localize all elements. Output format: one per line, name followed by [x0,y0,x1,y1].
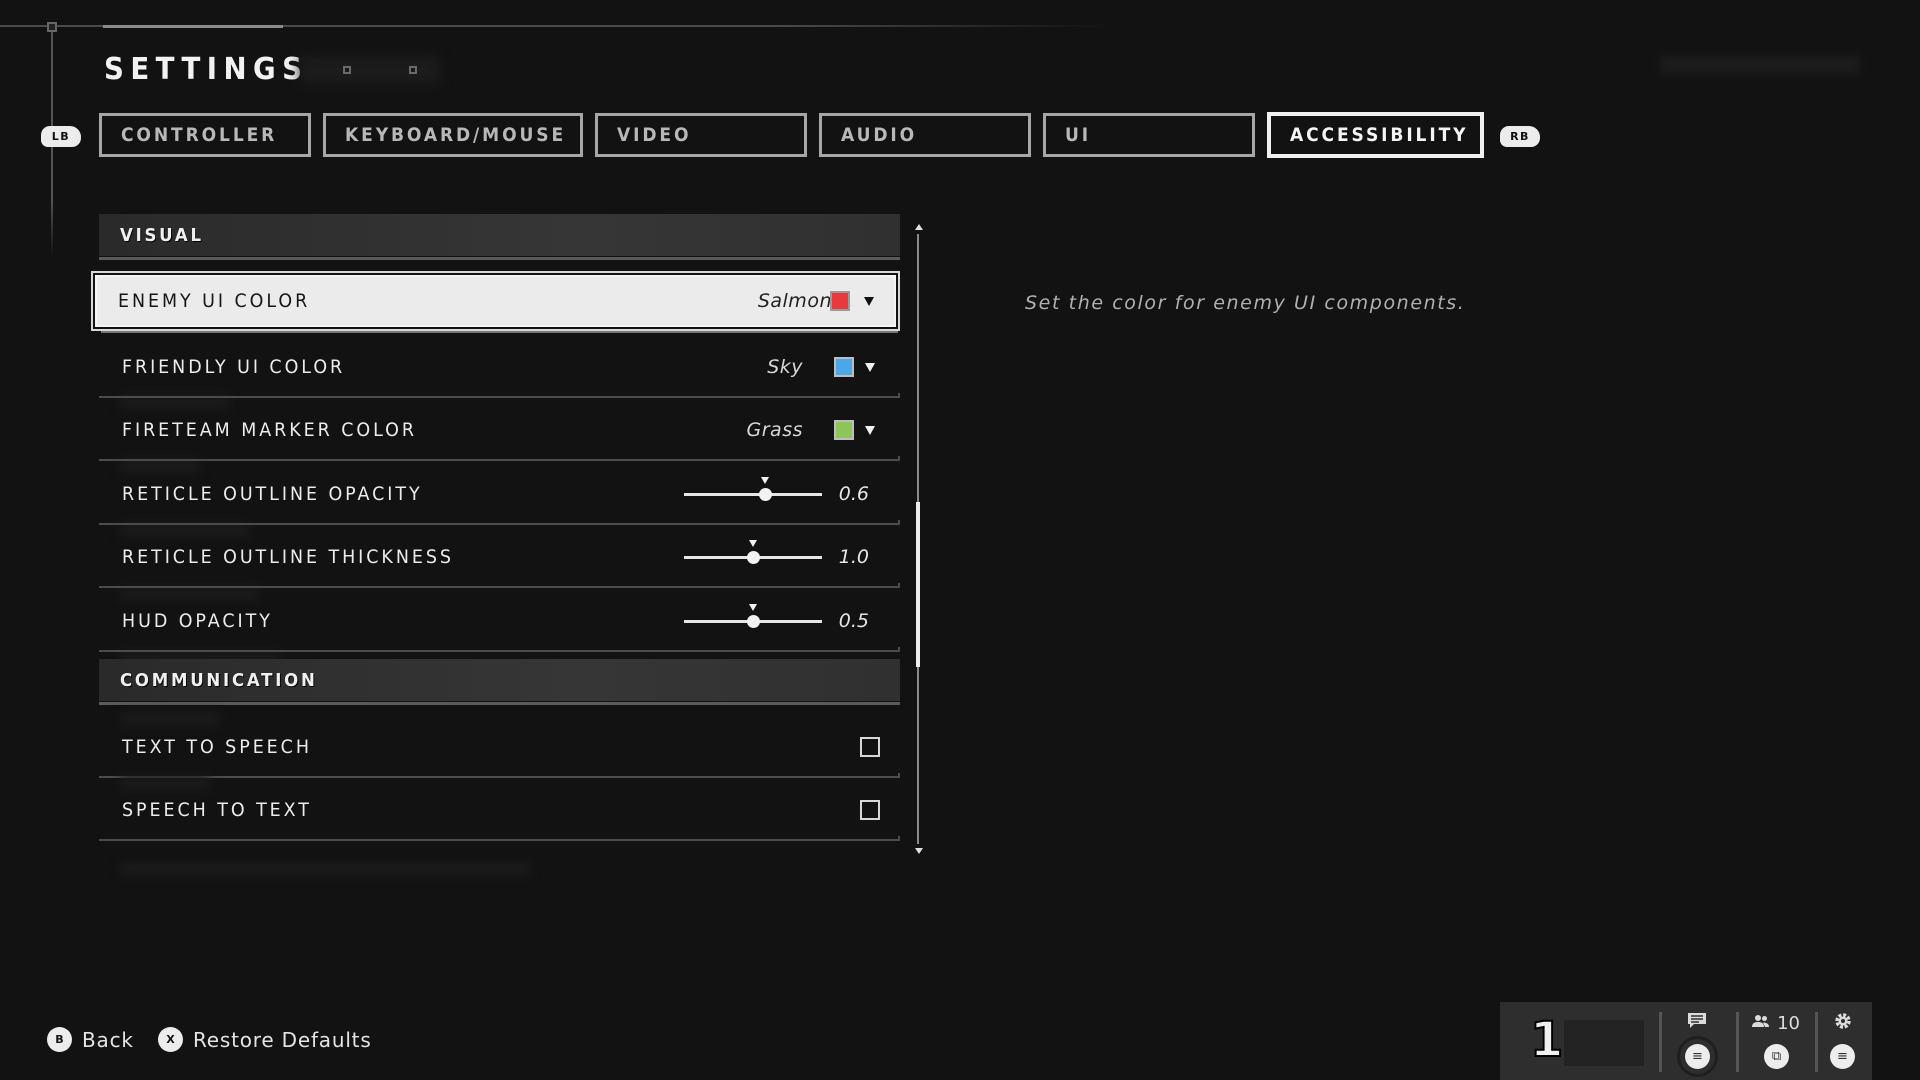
section-title: COMMUNICATION [120,669,318,691]
rb-bumper-button[interactable]: RB [1500,126,1540,147]
player-name-box [1564,1020,1644,1066]
setting-label: RETICLE OUTLINE THICKNESS [122,546,454,568]
player-number: 1 [1529,1012,1564,1068]
slider-value: 0.5 [838,610,869,632]
section-title: VISUAL [120,224,204,246]
back-button[interactable]: B Back [47,1027,134,1052]
setting-text-to-speech[interactable]: TEXT TO SPEECH [99,716,900,778]
settings-menu-button[interactable]: ≡ [1830,1044,1855,1069]
setting-reticle-outline-opacity[interactable]: RETICLE OUTLINE OPACITY 0.6 [99,463,900,525]
color-swatch [834,420,854,440]
tab-ui[interactable]: UI [1043,113,1255,157]
reticle-thickness-slider[interactable] [684,540,822,569]
tab-video[interactable]: VIDEO [595,113,807,157]
header-divider-highlight [103,25,283,28]
text-to-speech-checkbox[interactable] [860,737,880,757]
slider-default-marker-icon [749,604,757,611]
setting-friendly-ui-color[interactable]: FRIENDLY UI COLOR Sky [99,336,900,398]
restore-defaults-label: Restore Defaults [193,1027,372,1052]
speech-to-text-checkbox[interactable] [860,800,880,820]
status-panel: 1 ≡ 10 ⧉ ≡ [1500,1002,1872,1080]
slider-knob[interactable] [747,615,760,628]
tab-keyboard-mouse[interactable]: KEYBOARD/MOUSE [323,113,583,157]
setting-description: Set the color for enemy UI components. [1025,292,1466,314]
slider-value: 0.6 [838,483,869,505]
slider-knob[interactable] [747,551,760,564]
tab-label: CONTROLLER [121,124,278,146]
dropdown-value: Sky [767,356,803,378]
reticle-opacity-slider[interactable] [684,477,822,506]
tab-label: ACCESSIBILITY [1290,124,1469,146]
section-header-communication: COMMUNICATION [99,659,900,705]
panel-divider [1815,1012,1818,1072]
ghost-node-icon [409,66,417,74]
slider-value: 1.0 [838,546,869,568]
party-count: 10 [1777,1013,1800,1034]
setting-reticle-outline-thickness[interactable]: RETICLE OUTLINE THICKNESS 1.0 [99,526,900,588]
tab-label: VIDEO [617,124,692,146]
b-button-icon: B [47,1027,72,1052]
setting-label: FIRETEAM MARKER COLOR [122,419,417,441]
color-swatch [830,291,850,311]
back-label: Back [82,1027,134,1052]
x-button-icon: X [158,1027,183,1052]
party-view-button[interactable]: ⧉ [1764,1044,1789,1069]
hud-opacity-slider[interactable] [684,604,822,633]
setting-hud-opacity[interactable]: HUD OPACITY 0.5 [99,590,900,652]
restore-defaults-button[interactable]: X Restore Defaults [158,1027,372,1052]
dropdown-arrow-icon[interactable] [864,296,874,306]
ghost-header-right [1660,56,1860,74]
chat-bubble-icon [1687,1012,1707,1035]
setting-speech-to-text[interactable]: SPEECH TO TEXT [99,779,900,841]
setting-label: ENEMY UI COLOR [118,290,311,312]
gear-icon [1834,1012,1852,1035]
ghost-text [120,862,530,876]
tab-accessibility[interactable]: ACCESSIBILITY [1267,112,1484,158]
dropdown-value: Grass [746,419,803,441]
frame-corner-node [47,22,57,32]
setting-label: SPEECH TO TEXT [122,799,312,821]
slider-knob[interactable] [759,488,773,501]
tab-label: AUDIO [841,124,918,146]
people-icon [1752,1012,1770,1033]
chat-menu-button[interactable]: ≡ [1685,1044,1710,1069]
slider-track[interactable] [684,493,822,496]
scrollbar-thumb[interactable] [916,502,920,668]
setting-label: FRIENDLY UI COLOR [122,356,346,378]
panel-divider [1659,1012,1662,1072]
slider-default-marker-icon [749,540,757,547]
dropdown-arrow-icon[interactable] [865,362,875,372]
ghost-node-icon [343,66,351,74]
panel-divider [1736,1012,1739,1072]
setting-fireteam-marker-color[interactable]: FIRETEAM MARKER COLOR Grass [99,399,900,461]
scroll-down-arrow-icon[interactable] [915,848,923,854]
page-title: SETTINGS [104,52,309,87]
tab-label: UI [1065,124,1092,146]
lb-bumper-button[interactable]: LB [41,126,81,147]
tab-audio[interactable]: AUDIO [819,113,1031,157]
dropdown-arrow-icon[interactable] [865,425,875,435]
setting-enemy-ui-color[interactable]: ENEMY UI COLOR Salmon [91,271,900,333]
color-swatch [834,357,854,377]
setting-label: TEXT TO SPEECH [122,736,312,758]
setting-label: RETICLE OUTLINE OPACITY [122,483,423,505]
ghost-subtitle [300,56,440,84]
slider-default-marker-icon [761,477,770,484]
section-header-visual: VISUAL [99,214,900,260]
tab-label: KEYBOARD/MOUSE [345,124,567,146]
setting-label: HUD OPACITY [122,610,273,632]
dropdown-value: Salmon [757,290,832,312]
scroll-up-arrow-icon[interactable] [915,224,923,230]
tab-controller[interactable]: CONTROLLER [99,113,311,157]
